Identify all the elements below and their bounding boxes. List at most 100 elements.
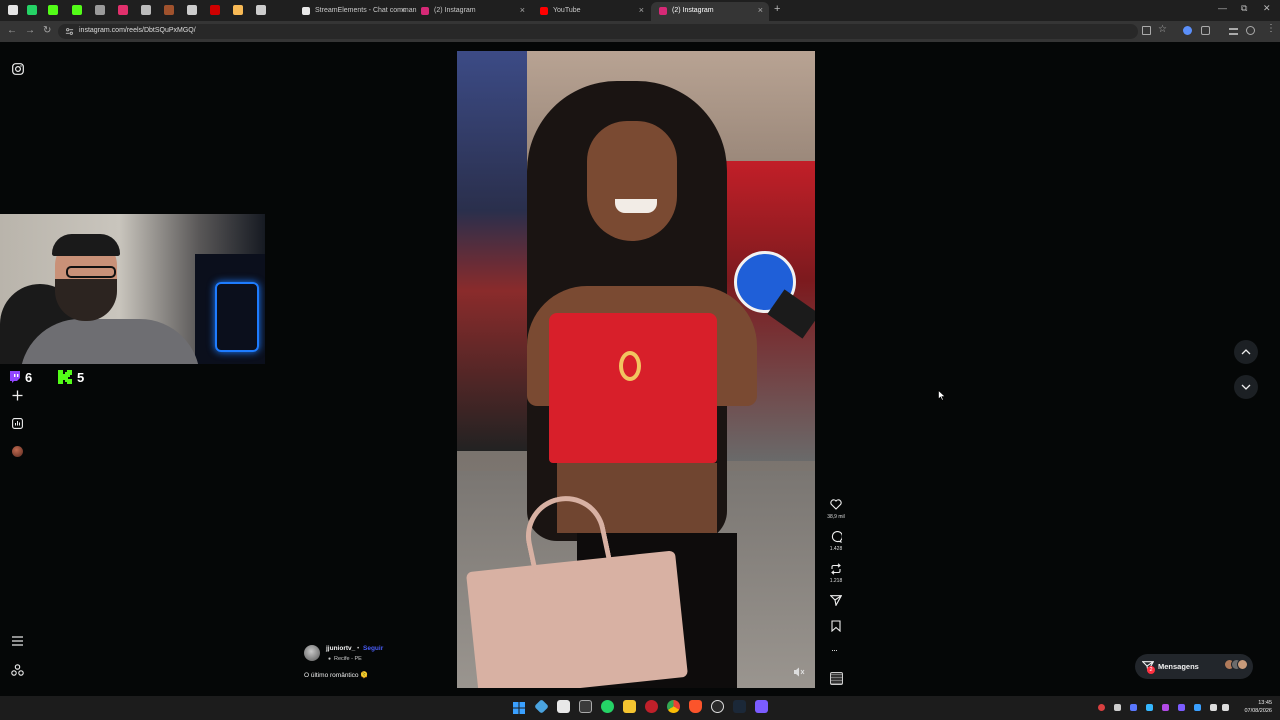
location-pin-icon: ● xyxy=(328,656,332,662)
opera-icon[interactable] xyxy=(645,700,658,713)
tab-title: (2) Instagram xyxy=(434,7,476,14)
chart-icon[interactable] xyxy=(12,418,23,429)
pinned-tab-favicon[interactable] xyxy=(48,5,58,15)
pinned-tab-favicon[interactable] xyxy=(8,5,18,15)
browser-tab-strip: StreamElements - Chat comman × (2) Instagr… xyxy=(0,0,1280,21)
pinned-tab-favicon[interactable] xyxy=(118,5,128,15)
pinned-tab-favicon[interactable] xyxy=(95,5,105,15)
author-avatar[interactable] xyxy=(304,645,320,661)
cast-icon[interactable] xyxy=(1142,26,1151,35)
extension-icon[interactable] xyxy=(1183,26,1192,35)
obs-icon[interactable] xyxy=(711,700,724,713)
reel-location[interactable]: Recife - PE xyxy=(334,656,362,662)
like-heart-icon[interactable] xyxy=(830,499,842,510)
meta-icon[interactable] xyxy=(11,664,24,676)
minimize-button[interactable]: — xyxy=(1218,3,1227,13)
author-username[interactable]: jjuniortv_ xyxy=(326,645,355,652)
instagram-logo-icon[interactable] xyxy=(12,63,24,75)
twitch-icon xyxy=(10,371,20,383)
pinned-tab-favicon[interactable] xyxy=(27,5,37,15)
volume-icon[interactable] xyxy=(1222,704,1229,711)
browser-tab[interactable]: (2) Instagram × xyxy=(651,2,769,21)
discord-icon[interactable] xyxy=(755,700,768,713)
pinned-tab-favicon[interactable] xyxy=(187,5,197,15)
extensions-puzzle-icon[interactable] xyxy=(1201,26,1210,35)
messages-label: Mensagens xyxy=(1158,662,1199,671)
bookmark-star-icon[interactable]: ☆ xyxy=(1158,24,1167,35)
next-reel-button[interactable] xyxy=(1234,375,1258,399)
share-send-icon[interactable] xyxy=(830,595,842,606)
tray-app-icon[interactable] xyxy=(1162,704,1169,711)
maximize-button[interactable]: ⧉ xyxy=(1241,3,1247,14)
new-tab-button[interactable]: + xyxy=(774,3,780,15)
plus-icon[interactable] xyxy=(12,390,23,401)
audio-thumbnail[interactable] xyxy=(830,672,843,685)
brave-icon[interactable] xyxy=(689,700,702,713)
rgb-lights xyxy=(215,282,259,352)
tab-favicon xyxy=(302,7,310,15)
windows-taskbar: 13:45 07/08/2026 xyxy=(0,696,1280,720)
reel-video[interactable] xyxy=(457,51,815,688)
notepad-icon[interactable] xyxy=(557,700,570,713)
profile-icon[interactable] xyxy=(1246,26,1255,35)
pinned-tab-favicon[interactable] xyxy=(210,5,220,15)
tray-app-icon[interactable] xyxy=(1194,704,1201,711)
dot-separator: • xyxy=(357,645,360,652)
kick-icon xyxy=(58,370,72,384)
reload-icon[interactable]: ↻ xyxy=(43,25,51,36)
mouse-cursor-icon xyxy=(938,390,946,401)
browser-tab[interactable]: StreamElements - Chat comman × xyxy=(294,2,417,21)
tab-close-icon[interactable]: × xyxy=(758,2,763,19)
menu-icon[interactable] xyxy=(12,636,23,646)
forward-icon[interactable]: → xyxy=(25,25,35,36)
woman-smile xyxy=(615,199,657,213)
headset xyxy=(52,234,120,256)
steam-icon[interactable] xyxy=(733,700,746,713)
tab-favicon xyxy=(659,7,667,15)
pinned-tab-favicon[interactable] xyxy=(72,5,82,15)
chevron-down-icon xyxy=(1241,384,1251,390)
tab-close-icon[interactable]: × xyxy=(401,2,406,19)
pinned-tab-favicon[interactable] xyxy=(233,5,243,15)
save-bookmark-icon[interactable] xyxy=(831,620,841,632)
tray-app-icon[interactable] xyxy=(1178,704,1185,711)
mute-icon[interactable] xyxy=(793,667,805,677)
pinned-tab-favicon[interactable] xyxy=(164,5,174,15)
chrome-icon[interactable] xyxy=(667,700,680,713)
messages-badge: 2 xyxy=(1147,666,1155,674)
pinned-tab-favicon[interactable] xyxy=(141,5,151,15)
site-info-icon[interactable] xyxy=(65,27,74,36)
network-icon[interactable] xyxy=(1210,704,1217,711)
windows-start-icon[interactable] xyxy=(513,702,525,714)
browser-tab[interactable]: (2) Instagram × xyxy=(413,2,531,21)
back-icon[interactable]: ← xyxy=(7,25,17,36)
previous-reel-button[interactable] xyxy=(1234,340,1258,364)
comment-icon[interactable] xyxy=(830,531,842,543)
chevron-up-icon xyxy=(1241,349,1251,355)
clock-date[interactable]: 07/08/2026 xyxy=(1236,708,1272,714)
browser-menu-icon[interactable]: ⋮ xyxy=(1266,23,1276,34)
tab-close-icon[interactable]: × xyxy=(639,2,644,19)
tab-search-icon[interactable] xyxy=(1229,28,1238,35)
address-bar[interactable]: instagram.com/reels/DbtSQuPxMGQ/ xyxy=(58,24,1138,39)
top-ornament xyxy=(619,351,641,381)
pinned-tab-favicon[interactable] xyxy=(256,5,266,15)
close-window-button[interactable]: ✕ xyxy=(1263,3,1271,14)
file-explorer-icon[interactable] xyxy=(623,700,636,713)
tray-app-icon[interactable] xyxy=(1114,704,1121,711)
tray-app-icon[interactable] xyxy=(1098,704,1105,711)
avatar-icon[interactable] xyxy=(12,446,23,457)
clock-time[interactable]: 13:45 xyxy=(1240,700,1272,706)
messages-button[interactable]: 2 Mensagens xyxy=(1135,654,1253,679)
follow-button[interactable]: Seguir xyxy=(363,645,383,652)
tray-app-icon[interactable] xyxy=(1130,704,1137,711)
repost-icon[interactable] xyxy=(830,563,842,575)
browser-tab[interactable]: YouTube × xyxy=(532,2,650,21)
tab-close-icon[interactable]: × xyxy=(520,2,525,19)
whatsapp-icon[interactable] xyxy=(601,700,614,713)
more-options-icon[interactable]: ··· xyxy=(831,645,838,655)
tray-app-icon[interactable] xyxy=(1146,704,1153,711)
terminal-icon[interactable] xyxy=(579,700,592,713)
copilot-icon[interactable] xyxy=(534,699,549,714)
woman-face xyxy=(587,121,677,241)
